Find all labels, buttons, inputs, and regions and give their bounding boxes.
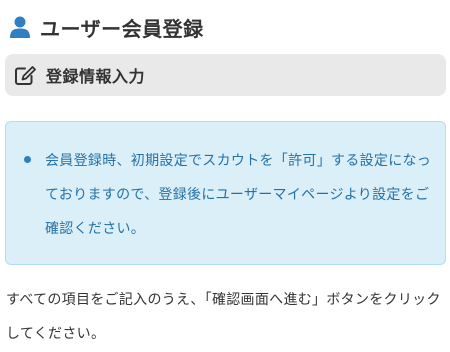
section-header: 登録情報入力: [5, 54, 446, 96]
user-icon: [10, 16, 30, 38]
edit-icon: [15, 65, 36, 85]
section-title: 登録情報入力: [46, 67, 146, 86]
form-instructions: すべての項目をご記入のうえ、「確認画面へ進む」ボタンをクリックしてください。: [6, 292, 441, 342]
notice-list: 会員登録時、初期設定でスカウトを「許可」する設定になっておりますので、登録後にユ…: [24, 144, 433, 246]
page-header: ユーザー会員登録: [8, 10, 442, 44]
bullet-icon: [24, 156, 31, 163]
notice-text: 会員登録時、初期設定でスカウトを「許可」する設定になっておりますので、登録後にユ…: [45, 153, 432, 237]
notice-box: 会員登録時、初期設定でスカウトを「許可」する設定になっておりますので、登録後にユ…: [5, 121, 446, 265]
page-title: ユーザー会員登録: [40, 16, 204, 41]
notice-list-item: 会員登録時、初期設定でスカウトを「許可」する設定になっておりますので、登録後にユ…: [24, 144, 433, 246]
